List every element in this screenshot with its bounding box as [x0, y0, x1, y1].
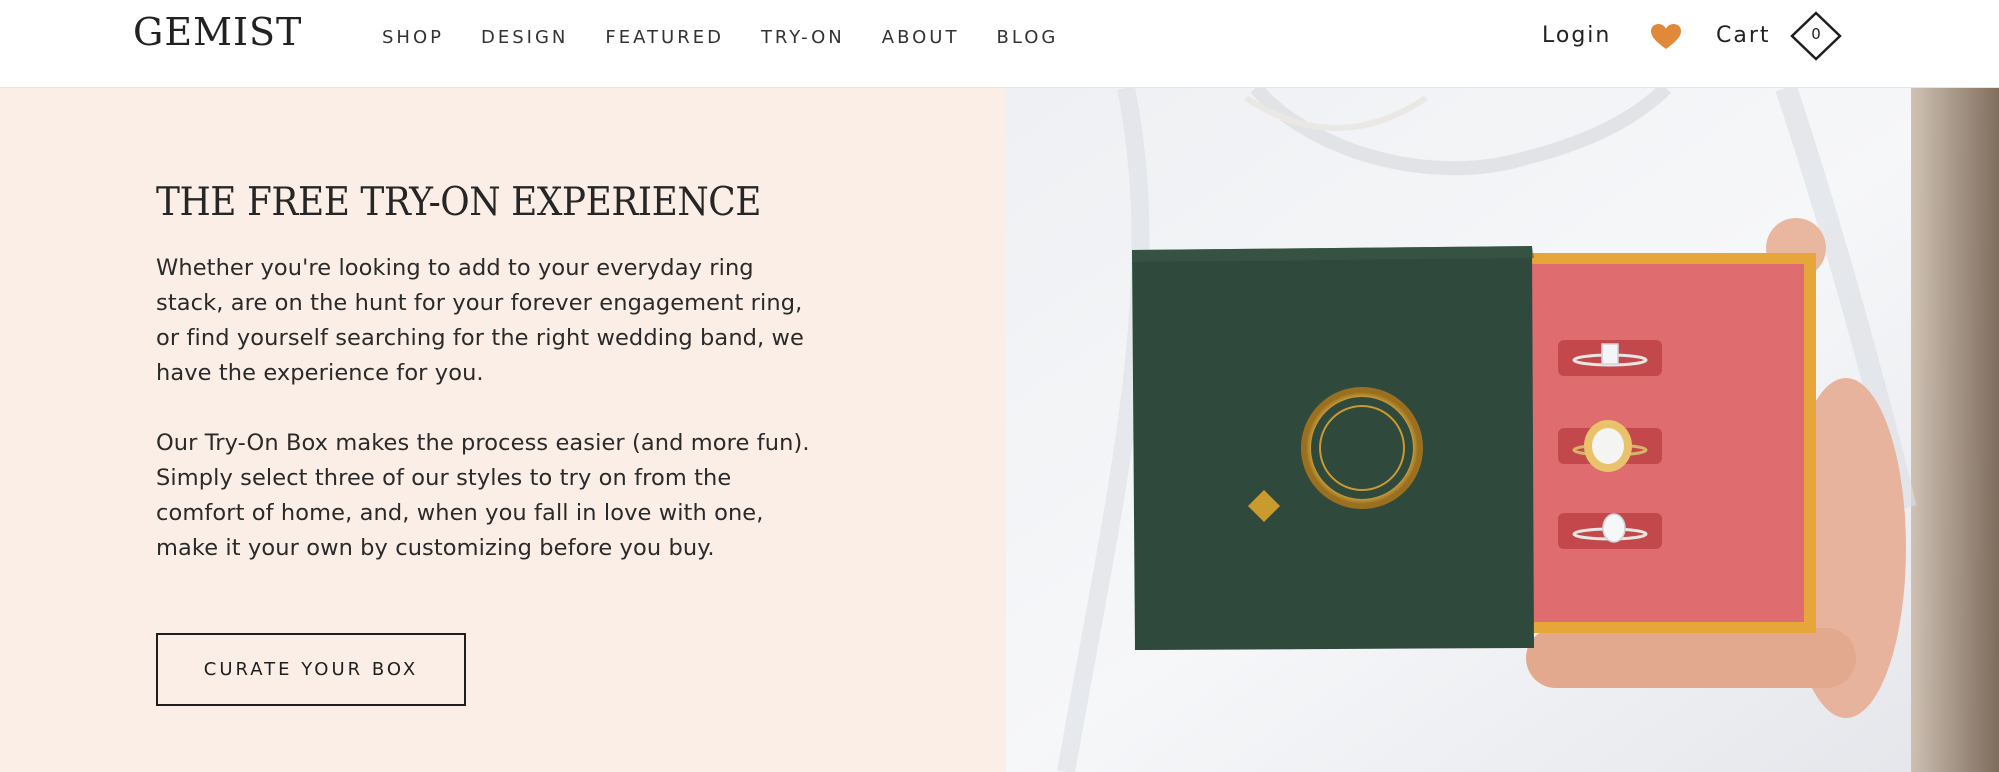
main-nav: SHOP DESIGN FEATURED TRY-ON ABOUT BLOG — [382, 27, 1058, 48]
hero-text-panel: THE FREE TRY-ON EXPERIENCE Whether you'r… — [0, 88, 1006, 772]
nav-design[interactable]: DESIGN — [481, 27, 568, 48]
curate-box-button[interactable]: CURATE YOUR BOX — [156, 633, 466, 706]
logo[interactable]: GEMIST — [133, 10, 302, 54]
ring-box-illustration — [1006, 88, 1999, 772]
hero-paragraph-1: Whether you're looking to add to your ev… — [156, 255, 805, 386]
ring-slot-1 — [1558, 340, 1662, 376]
nav-featured[interactable]: FEATURED — [605, 27, 724, 48]
nav-blog[interactable]: BLOG — [996, 27, 1058, 48]
cart-badge[interactable]: 0 — [1789, 11, 1843, 61]
hero-title: THE FREE TRY-ON EXPERIENCE — [156, 180, 761, 225]
hero-paragraph-2: Our Try-On Box makes the process easier … — [156, 430, 810, 561]
nav-about[interactable]: ABOUT — [882, 27, 960, 48]
nav-shop[interactable]: SHOP — [382, 27, 444, 48]
ring-slot-3 — [1558, 513, 1662, 549]
login-link[interactable]: Login — [1542, 23, 1611, 48]
cart-link[interactable]: Cart — [1716, 23, 1771, 48]
heart-icon[interactable] — [1651, 24, 1681, 50]
site-header: GEMIST SHOP DESIGN FEATURED TRY-ON ABOUT… — [0, 0, 1999, 88]
try-on-box-photo — [1006, 88, 1999, 772]
cart-count: 0 — [1811, 25, 1821, 43]
nav-try-on[interactable]: TRY-ON — [761, 27, 845, 48]
